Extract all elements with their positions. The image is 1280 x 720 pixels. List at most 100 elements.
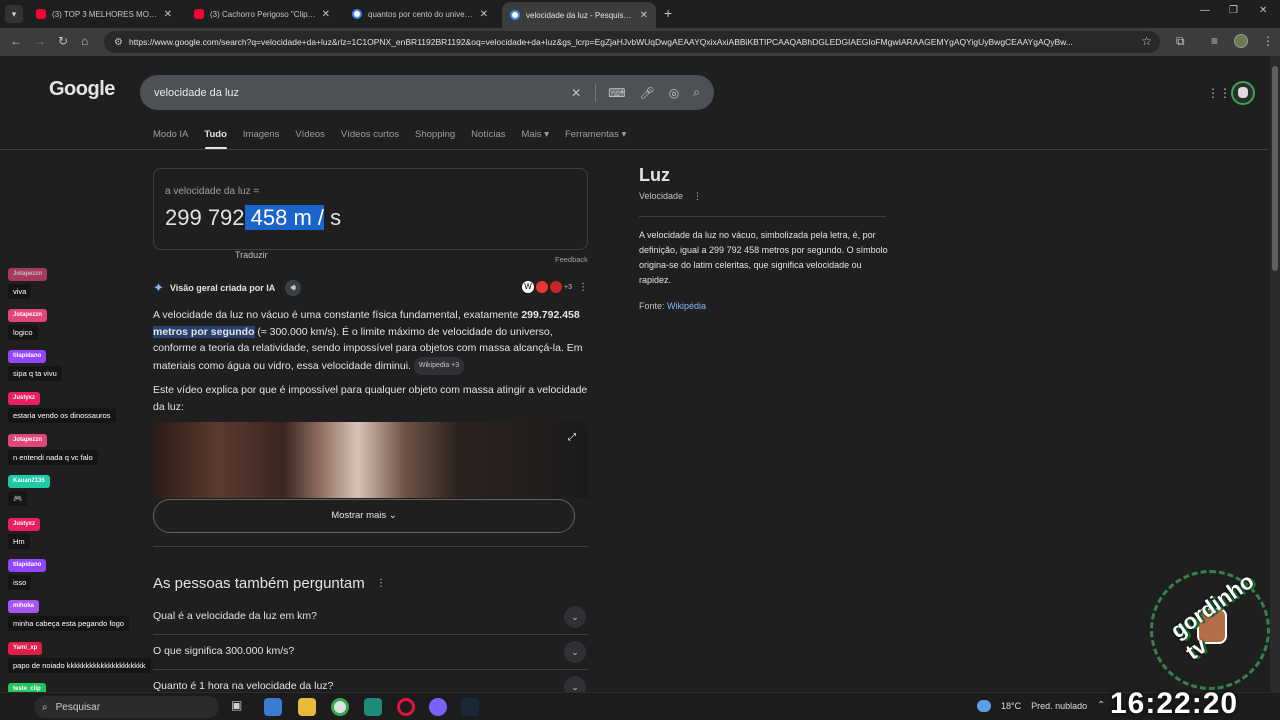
clear-icon[interactable]: ✕ bbox=[571, 86, 581, 100]
google-icon bbox=[352, 9, 362, 19]
tab-noticias[interactable]: Notícias bbox=[471, 129, 505, 149]
forward-icon[interactable]: → bbox=[34, 34, 46, 48]
tab-tudo[interactable]: Tudo bbox=[204, 129, 227, 149]
more-options-icon[interactable]: ⋮ bbox=[376, 578, 386, 589]
paa-question-text: Quanto é 1 hora na velocidade da luz? bbox=[153, 680, 334, 692]
chevron-down-icon[interactable]: ⌄ bbox=[564, 676, 586, 692]
chat-message: mihoka minha cabeça esta pegando fogo bbox=[8, 594, 129, 631]
weather-forecast: Pred. nublado bbox=[1031, 701, 1088, 711]
knowledge-panel-description: A velocidade da luz no vácuo, simbolizad… bbox=[639, 230, 888, 285]
close-window-icon[interactable]: ✕ bbox=[1259, 5, 1267, 16]
tray-chevron-icon[interactable]: ⌃ bbox=[1097, 700, 1105, 711]
chevron-down-icon[interactable]: ⌄ bbox=[564, 606, 586, 628]
tab-shopping[interactable]: Shopping bbox=[415, 129, 455, 149]
translate-popup[interactable]: Traduzir bbox=[235, 250, 268, 260]
app-icon[interactable] bbox=[364, 698, 382, 716]
tab-mais[interactable]: Mais ▾ bbox=[522, 129, 549, 149]
screen: ▾ (3) TOP 3 MELHORES MOUSES ✕ (3) Cachor… bbox=[0, 0, 1280, 720]
browser-tab-active[interactable]: velocidade da luz - Pesquisa Go ✕ bbox=[502, 2, 656, 28]
source-icon bbox=[536, 281, 548, 293]
browser-tab[interactable]: quantos por cento do universo ✕ bbox=[344, 3, 496, 25]
chat-text: logico bbox=[8, 325, 38, 340]
video-thumbnail[interactable]: ⤢ bbox=[153, 422, 588, 498]
tab-search-icon[interactable]: ▾ bbox=[5, 5, 23, 23]
expand-icon[interactable]: ⤢ bbox=[568, 432, 576, 443]
show-more-button[interactable]: Mostrar mais ⌄ bbox=[153, 499, 575, 533]
chat-username: Yami_xp bbox=[8, 642, 43, 655]
paa-question[interactable]: Quanto é 1 hora na velocidade da luz? ⌄ bbox=[153, 670, 588, 692]
search-input[interactable]: velocidade da luz bbox=[154, 87, 571, 99]
tab-videos-curtos[interactable]: Vídeos curtos bbox=[341, 129, 399, 149]
tab-imagens[interactable]: Imagens bbox=[243, 129, 279, 149]
tab-ferramentas[interactable]: Ferramentas ▾ bbox=[565, 129, 626, 149]
steam-icon[interactable] bbox=[461, 698, 479, 716]
sources-more: +3 bbox=[564, 283, 572, 291]
search-icon[interactable]: ⌕ bbox=[693, 85, 700, 100]
extensions-icon[interactable]: ⧉ bbox=[1176, 34, 1185, 49]
reload-icon[interactable]: ↻ bbox=[58, 34, 68, 48]
knowledge-panel-title: Luz bbox=[639, 165, 670, 185]
home-icon[interactable]: ⌂ bbox=[81, 34, 88, 48]
close-tab-icon[interactable]: ✕ bbox=[322, 9, 330, 20]
cloud-sun-icon bbox=[977, 700, 991, 712]
feedback-link[interactable]: Feedback bbox=[555, 255, 588, 264]
browser-tab[interactable]: (3) Cachorro Perigoso "Clipe Of ✕ bbox=[186, 3, 338, 25]
chat-username: Jotapezzn bbox=[8, 309, 48, 322]
discord-icon[interactable] bbox=[429, 698, 447, 716]
taskbar-search-label: Pesquisar bbox=[55, 701, 101, 713]
chevron-down-icon: ⌄ bbox=[388, 510, 397, 521]
search-box[interactable]: velocidade da luz ✕ ⌨ 🎤︎ ◎ ⌕ bbox=[140, 75, 714, 110]
browser-tab[interactable]: (3) TOP 3 MELHORES MOUSES ✕ bbox=[28, 3, 180, 25]
stream-clock: 16:22:20 bbox=[1110, 687, 1239, 720]
weather-widget[interactable]: 18°C Pred. nublado bbox=[977, 700, 1087, 712]
paa-question[interactable]: O que significa 300.000 km/s? ⌄ bbox=[153, 635, 588, 670]
chat-message: Justyxz Hm bbox=[8, 512, 41, 549]
kp-subtitle-text: Velocidade bbox=[639, 191, 684, 201]
chrome-icon[interactable] bbox=[331, 698, 349, 716]
lens-icon[interactable]: ◎ bbox=[669, 86, 679, 100]
new-tab-icon[interactable]: + bbox=[664, 5, 672, 21]
keyboard-icon[interactable]: ⌨ bbox=[608, 86, 625, 100]
close-tab-icon[interactable]: ✕ bbox=[640, 10, 648, 21]
more-options-icon[interactable]: ⋮ bbox=[578, 282, 588, 293]
ai-sources[interactable]: W +3 bbox=[522, 281, 572, 293]
taskbar-search[interactable]: ⌕ Pesquisar bbox=[34, 696, 219, 718]
minimize-icon[interactable]: — bbox=[1200, 5, 1210, 16]
show-more-label: Mostrar mais bbox=[331, 510, 387, 521]
close-tab-icon[interactable]: ✕ bbox=[164, 9, 172, 20]
scrollbar-thumb[interactable] bbox=[1272, 66, 1278, 271]
task-view-icon[interactable]: ▣ bbox=[231, 698, 249, 716]
source-label: Fonte: bbox=[639, 301, 665, 311]
store-icon[interactable] bbox=[264, 698, 282, 716]
google-logo[interactable]: Google bbox=[49, 78, 115, 101]
reading-list-icon[interactable]: ≡ bbox=[1211, 34, 1218, 48]
site-info-icon[interactable]: ⚙ bbox=[114, 37, 123, 48]
header-divider bbox=[0, 149, 1268, 150]
chat-username: Jotapezzn bbox=[8, 268, 48, 281]
back-icon[interactable]: ← bbox=[10, 34, 22, 48]
more-options-icon[interactable]: ⋮ bbox=[693, 191, 702, 201]
file-explorer-icon[interactable] bbox=[298, 698, 316, 716]
close-tab-icon[interactable]: ✕ bbox=[480, 9, 488, 20]
paa-question[interactable]: Qual é a velocidade da luz em km? ⌄ bbox=[153, 600, 588, 635]
chat-username: Jotapezzn bbox=[8, 434, 48, 447]
chat-username: tilapidano bbox=[8, 350, 47, 363]
tab-videos[interactable]: Vídeos bbox=[295, 129, 325, 149]
chat-message: tilapidano sipa q ta vivu bbox=[8, 344, 62, 381]
profile-avatar[interactable] bbox=[1234, 34, 1248, 48]
microphone-icon[interactable]: 🎤︎ bbox=[640, 86, 655, 100]
bookmark-star-icon[interactable]: ☆ bbox=[1141, 34, 1152, 48]
chat-username: mihoka bbox=[8, 600, 40, 613]
knowledge-panel-source: Fonte: Wikipédia bbox=[639, 301, 706, 311]
opera-icon[interactable] bbox=[397, 698, 415, 716]
wikipedia-chip[interactable]: Wikipedia +3 bbox=[413, 356, 465, 375]
menu-kebab-icon[interactable]: ⋮ bbox=[1262, 34, 1274, 48]
restore-icon[interactable]: ❐ bbox=[1229, 5, 1238, 16]
speaker-icon[interactable]: 🔊︎ bbox=[285, 280, 302, 296]
chevron-down-icon[interactable]: ⌄ bbox=[564, 641, 586, 663]
tab-modo-ia[interactable]: Modo IA bbox=[153, 129, 188, 149]
address-bar[interactable]: ⚙ https://www.google.com/search?q=veloci… bbox=[104, 31, 1160, 53]
wikipedia-link[interactable]: Wikipédia bbox=[667, 301, 706, 311]
account-avatar[interactable] bbox=[1231, 81, 1255, 105]
page-scrollbar[interactable] bbox=[1270, 56, 1280, 692]
